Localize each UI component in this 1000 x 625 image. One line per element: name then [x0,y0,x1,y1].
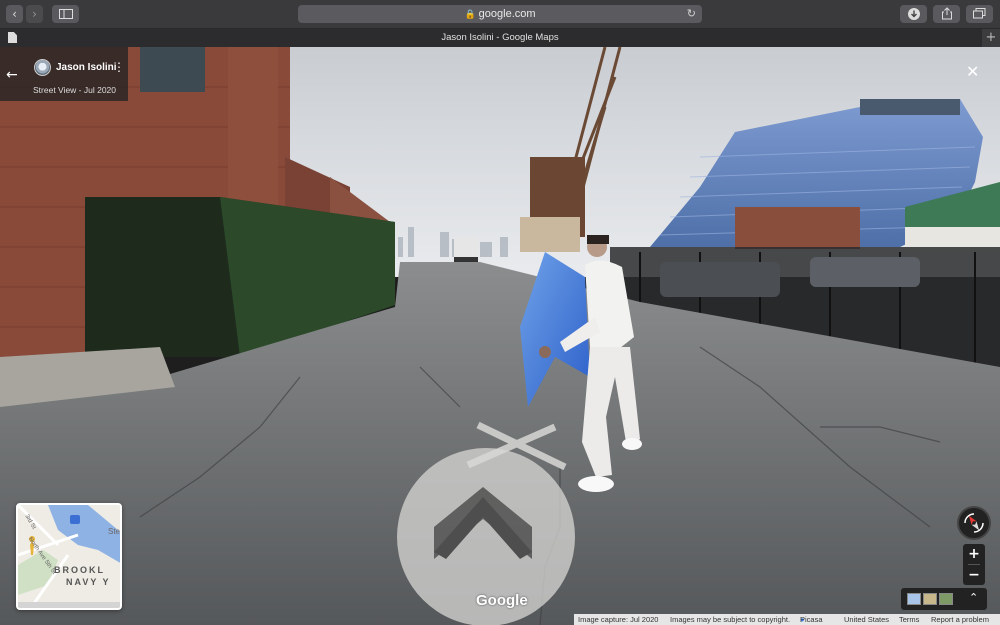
reload-icon[interactable]: ↻ [687,5,696,23]
sidebar-button[interactable] [52,5,79,23]
minimap[interactable]: Ste 3rd St North Ave 5th St BROOKL NAVY … [16,503,122,610]
download-button[interactable] [900,5,927,23]
browser-toolbar: ‹ › 🔒 google.com ↻ [0,0,1000,29]
forward-button[interactable]: › [26,5,43,23]
chevron-left-icon: ‹ [12,7,17,21]
layers-control[interactable]: ⌃ [901,588,987,610]
author-name[interactable]: Jason Isolini [56,62,117,73]
share-button[interactable] [933,5,960,23]
street-scene [0,47,1000,625]
share-icon [941,7,952,20]
picasa-label: Picasa [800,615,823,624]
new-tab-button[interactable]: + [982,29,1000,47]
tabs-icon [973,8,986,19]
url-text: google.com [478,8,536,20]
copyright-notice: Images may be subject to copyright. [670,615,791,624]
zoom-out-button[interactable]: − [963,565,985,585]
attribution-footer: Image capture: Jul 2020 Images may be su… [574,614,1000,625]
street-view-date: Street View - Jul 2020 [33,85,116,95]
terms-link[interactable]: Terms [899,614,919,625]
google-logo: Google [476,592,528,609]
sidebar-icon [58,9,73,19]
report-problem-link[interactable]: Report a problem [931,614,989,625]
tab-bar: Jason Isolini - Google Maps + [0,29,1000,47]
download-icon [907,8,920,20]
image-capture-date: Image capture: Jul 2020 [578,615,659,624]
compass-icon [964,513,984,533]
country-link[interactable]: United States [844,614,889,625]
minimap-map [18,505,120,608]
chevron-right-icon: › [32,7,37,21]
close-icon[interactable]: ✕ [966,62,979,81]
kebab-icon[interactable]: ⋮ [113,60,125,74]
compass-button[interactable] [957,506,991,540]
lock-icon: 🔒 [464,9,476,19]
map-layer-thumb[interactable] [907,593,921,605]
zoom-controls: + − [963,544,985,585]
minimap-label-navy: NAVY Y [66,577,111,587]
chevron-up-icon[interactable]: ⌃ [969,591,978,604]
minimap-label-brooklyn: BROOKL [54,565,105,575]
minimap-footer [18,602,120,608]
terrain-layer-thumb[interactable] [923,593,937,605]
street-view-panorama[interactable] [0,47,1000,625]
minimap-label-ste: Ste [108,527,121,536]
satellite-layer-thumb[interactable] [939,593,953,605]
address-bar[interactable]: 🔒 google.com ↻ [298,5,702,23]
arrow-left-icon[interactable]: ← [6,67,18,83]
street-view-info-card: ← Jason Isolini ⋮ Street View - Jul 2020 [0,47,128,101]
back-button[interactable]: ‹ [6,5,23,23]
avatar[interactable] [34,59,51,76]
plus-icon: + [985,30,997,45]
zoom-in-button[interactable]: + [963,544,985,564]
tabs-button[interactable] [966,5,993,23]
tab-title[interactable]: Jason Isolini - Google Maps [0,29,1000,47]
